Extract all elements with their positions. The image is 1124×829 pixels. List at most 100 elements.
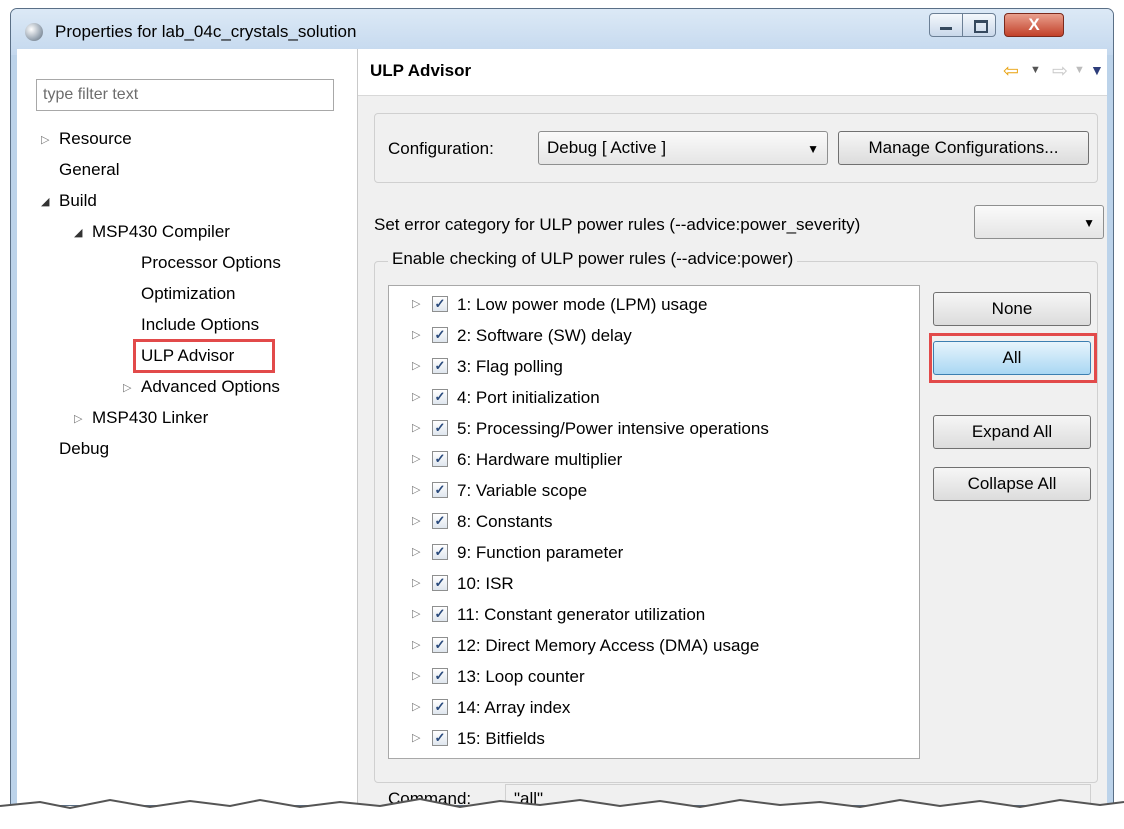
rule-row[interactable]: ▷ ✓ 12: Direct Memory Access (DMA) usage: [389, 631, 919, 662]
expand-all-button[interactable]: Expand All: [933, 415, 1091, 449]
expand-arrow-icon[interactable]: ▷: [412, 328, 420, 341]
rule-row[interactable]: ▷ ✓ 8: Constants: [389, 507, 919, 538]
manage-configurations-button[interactable]: Manage Configurations...: [838, 131, 1089, 165]
rule-row[interactable]: ▷ ✓ 7: Variable scope: [389, 476, 919, 507]
tree-item-optimization[interactable]: Optimization: [141, 284, 235, 304]
rule-checkbox[interactable]: ✓: [432, 296, 448, 312]
expand-arrow-icon[interactable]: ▷: [412, 483, 420, 496]
expand-arrow-icon[interactable]: ▷: [412, 731, 420, 744]
expand-arrow-icon[interactable]: ▷: [412, 297, 420, 310]
rule-row[interactable]: ▷ ✓ 5: Processing/Power intensive operatio…: [389, 414, 919, 445]
rule-checkbox[interactable]: ✓: [432, 668, 448, 684]
properties-window: Properties for lab_04c_crystals_solution…: [10, 8, 1114, 806]
tree-item-include-options[interactable]: Include Options: [141, 315, 259, 335]
rule-row[interactable]: ▷ ✓ 2: Software (SW) delay: [389, 321, 919, 352]
rule-label: 4: Port initialization: [457, 388, 600, 407]
back-history-dropdown-icon[interactable]: ▼: [1030, 64, 1041, 76]
expand-arrow-icon[interactable]: ▷: [412, 452, 420, 465]
forward-history-dropdown-icon[interactable]: ▼: [1074, 64, 1085, 76]
linker-expand-icon[interactable]: ▷: [74, 412, 82, 425]
minimize-button[interactable]: [929, 13, 963, 37]
advanced-expand-icon[interactable]: ▷: [123, 381, 131, 394]
rule-row[interactable]: ▷ ✓ 13: Loop counter: [389, 662, 919, 693]
rules-tree[interactable]: ▷ ✓ 1: Low power mode (LPM) usage ▷ ✓ 2: Soft…: [388, 285, 920, 759]
rule-label: 11: Constant generator utilization: [457, 605, 706, 624]
rule-label: 1: Low power mode (LPM) usage: [457, 295, 708, 314]
page-title: ULP Advisor: [370, 61, 472, 80]
rule-row[interactable]: ▷ ✓ 10: ISR: [389, 569, 919, 600]
close-icon: X: [1028, 15, 1040, 34]
rule-checkbox[interactable]: ✓: [432, 327, 448, 343]
rule-row[interactable]: ▷ ✓ 9: Function parameter: [389, 538, 919, 569]
rule-checkbox[interactable]: ✓: [432, 544, 448, 560]
rule-checkbox[interactable]: ✓: [432, 513, 448, 529]
rule-row[interactable]: ▷ ✓ 11: Constant generator utilization: [389, 600, 919, 631]
tree-item-debug[interactable]: Debug: [59, 439, 109, 459]
rule-checkbox[interactable]: ✓: [432, 699, 448, 715]
configuration-value: Debug [ Active ]: [547, 138, 667, 157]
rule-checkbox[interactable]: ✓: [432, 420, 448, 436]
tree-item-general[interactable]: General: [59, 160, 119, 180]
resource-expand-icon[interactable]: ▷: [41, 133, 49, 146]
collapse-all-button[interactable]: Collapse All: [933, 467, 1091, 501]
expand-arrow-icon[interactable]: ▷: [412, 359, 420, 372]
expand-arrow-icon[interactable]: ▷: [412, 669, 420, 682]
chevron-down-icon: ▼: [1083, 216, 1095, 230]
forward-arrow-icon[interactable]: ⇨: [1052, 60, 1068, 83]
tree-item-resource[interactable]: Resource: [59, 129, 132, 149]
rule-label: 3: Flag polling: [457, 357, 563, 376]
rule-checkbox[interactable]: ✓: [432, 389, 448, 405]
expand-arrow-icon[interactable]: ▷: [412, 607, 420, 620]
rule-label: 13: Loop counter: [457, 667, 585, 686]
rule-row[interactable]: ▷ ✓ 6: Hardware multiplier: [389, 445, 919, 476]
tree-item-processor-options[interactable]: Processor Options: [141, 253, 281, 273]
rule-checkbox[interactable]: ✓: [432, 637, 448, 653]
rule-row[interactable]: ▷ ✓ 3: Flag polling: [389, 352, 919, 383]
rule-row[interactable]: ▷ ✓ 1: Low power mode (LPM) usage: [389, 290, 919, 321]
filter-input[interactable]: [36, 79, 334, 111]
rule-checkbox[interactable]: ✓: [432, 606, 448, 622]
rule-label: 9: Function parameter: [457, 543, 624, 562]
rule-label: 14: Array index: [457, 698, 571, 717]
all-button-highlight: [929, 333, 1097, 383]
ulp-advisor-highlight: [133, 339, 275, 373]
back-arrow-icon[interactable]: ⇦: [1003, 60, 1019, 83]
rule-label: 15: Bitfields: [457, 729, 545, 748]
rule-checkbox[interactable]: ✓: [432, 482, 448, 498]
tree-item-msp430-linker[interactable]: MSP430 Linker: [92, 408, 208, 428]
window-title: Properties for lab_04c_crystals_solution: [55, 22, 357, 41]
none-button[interactable]: None: [933, 292, 1091, 326]
rule-checkbox[interactable]: ✓: [432, 730, 448, 746]
rule-label: 7: Variable scope: [457, 481, 588, 500]
maximize-button[interactable]: [962, 13, 996, 37]
rule-checkbox[interactable]: ✓: [432, 575, 448, 591]
nav-pane: ▷ Resource General ◢ Build ◢ MSP430 Comp…: [17, 49, 358, 805]
expand-arrow-icon[interactable]: ▷: [412, 514, 420, 527]
rule-row[interactable]: ▷ ✓ 14: Array index: [389, 693, 919, 724]
rule-row[interactable]: ▷ ✓ 15: Bitfields: [389, 724, 919, 755]
compiler-collapse-icon[interactable]: ◢: [74, 226, 82, 239]
tree-item-build[interactable]: Build: [59, 191, 97, 211]
expand-arrow-icon[interactable]: ▷: [412, 545, 420, 558]
rule-label: 2: Software (SW) delay: [457, 326, 632, 345]
tree-item-msp430-compiler[interactable]: MSP430 Compiler: [92, 222, 230, 242]
configuration-label: Configuration:: [388, 139, 494, 158]
rule-row[interactable]: ▷ ✓ 4: Port initialization: [389, 383, 919, 414]
build-collapse-icon[interactable]: ◢: [41, 195, 49, 208]
dialog-client: ▷ Resource General ◢ Build ◢ MSP430 Comp…: [17, 49, 1107, 805]
rule-checkbox[interactable]: ✓: [432, 358, 448, 374]
rule-checkbox[interactable]: ✓: [432, 451, 448, 467]
view-menu-icon[interactable]: ▼: [1090, 62, 1104, 78]
tree-item-advanced-options[interactable]: Advanced Options: [141, 377, 280, 397]
torn-edge: [0, 797, 1124, 829]
configuration-select[interactable]: Debug [ Active ] ▼: [538, 131, 828, 165]
rule-label: 8: Constants: [457, 512, 553, 531]
app-icon: [25, 23, 43, 41]
expand-arrow-icon[interactable]: ▷: [412, 576, 420, 589]
expand-arrow-icon[interactable]: ▷: [412, 638, 420, 651]
expand-arrow-icon[interactable]: ▷: [412, 700, 420, 713]
expand-arrow-icon[interactable]: ▷: [412, 390, 420, 403]
severity-select[interactable]: ▼: [974, 205, 1104, 239]
close-button[interactable]: X: [1004, 13, 1064, 37]
expand-arrow-icon[interactable]: ▷: [412, 421, 420, 434]
